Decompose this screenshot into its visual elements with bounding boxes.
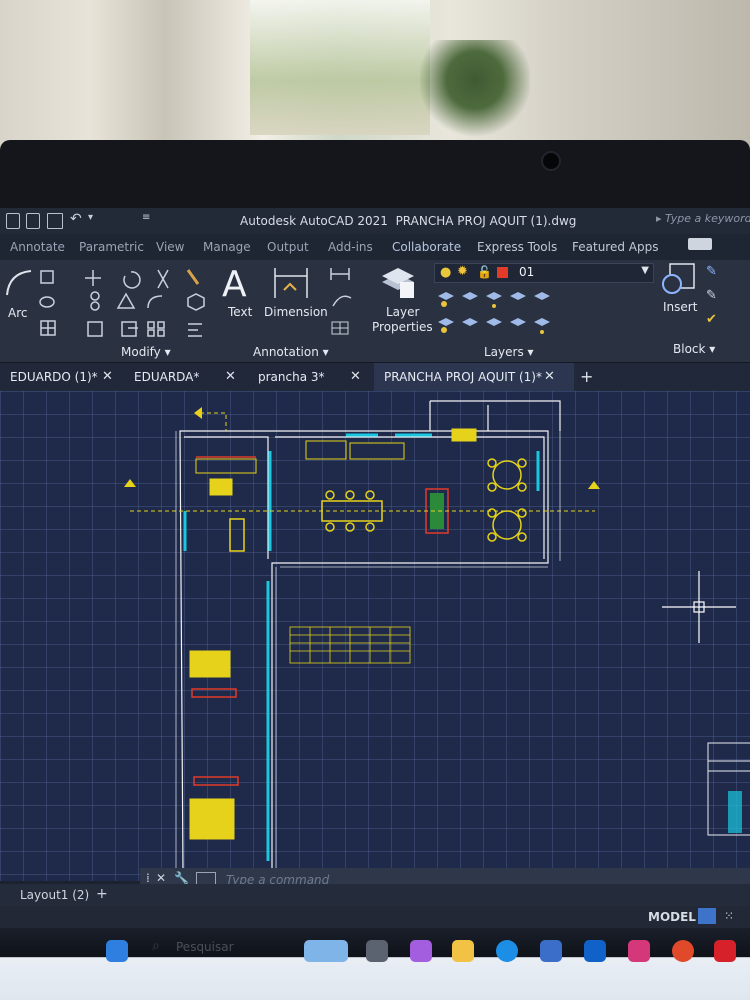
tab-featured-apps[interactable]: Featured Apps: [572, 240, 658, 254]
title-bar: ↶ ▾ ≡ Autodesk AutoCAD 2021 PRANCHA PROJ…: [0, 208, 750, 234]
close-icon[interactable]: ✕: [544, 363, 555, 391]
insert-label[interactable]: Insert: [663, 300, 697, 314]
annotation-panel-label[interactable]: Annotation ▾: [253, 345, 329, 359]
grip-icon[interactable]: ⁞: [146, 871, 150, 885]
file-explorer-icon[interactable]: [452, 940, 474, 962]
copilot-icon[interactable]: [410, 940, 432, 962]
task-view-icon[interactable]: [366, 940, 388, 962]
layer-properties-icon[interactable]: [380, 264, 418, 300]
document-tab-bar: EDUARDO (1)* ✕ EDUARDA* ✕ prancha 3* ✕ P…: [0, 363, 750, 391]
doc-tab-prancha-proj-aquit[interactable]: PRANCHA PROJ AQUIT (1)* ✕: [374, 363, 574, 391]
grid-toggle-icon[interactable]: [698, 908, 716, 924]
store-icon[interactable]: [540, 940, 562, 962]
search-icon[interactable]: ⌕: [152, 938, 160, 954]
doc-tab-label: PRANCHA PROJ AQUIT (1)*: [384, 370, 542, 384]
window-title: Autodesk AutoCAD 2021 PRANCHA PROJ AQUIT…: [240, 214, 577, 228]
layer-tool-icons[interactable]: [436, 288, 656, 338]
edit-block-icon[interactable]: ✎: [706, 288, 717, 303]
floor-plan-drawing: [124, 400, 750, 872]
tab-parametric[interactable]: Parametric: [79, 240, 144, 254]
lightbulb-icon: ●: [440, 265, 452, 280]
block-panel-label[interactable]: Block ▾: [673, 342, 715, 356]
status-bar: MODEL ⁙: [0, 906, 750, 928]
ribbon-tab-bar: Annotate Parametric View Manage Output A…: [0, 234, 750, 260]
search-field[interactable]: ▸ Type a keyword: [656, 212, 750, 225]
layout-tab[interactable]: Layout1 (2): [20, 888, 89, 902]
layers-panel-label[interactable]: Layers ▾: [484, 345, 534, 359]
annotation-small-tools[interactable]: [328, 266, 358, 336]
doc-tab-prancha-3[interactable]: prancha 3* ✕: [258, 363, 366, 391]
modify-panel-label[interactable]: Modify ▾: [121, 345, 171, 359]
layer-dropdown[interactable]: ● ✹ 🔓 01 ▼: [434, 263, 654, 283]
layer-properties-label-2[interactable]: Properties: [372, 320, 433, 334]
tab-collaborate[interactable]: Collaborate: [392, 240, 461, 254]
tab-manage[interactable]: Manage: [203, 240, 251, 254]
close-icon[interactable]: ✕: [156, 871, 166, 885]
modify-tools[interactable]: [38, 266, 218, 346]
tab-annotate[interactable]: Annotate: [10, 240, 65, 254]
ribbon-panel: Arc Modify ▾ A Text Dimension Annotation…: [0, 260, 750, 363]
undo-icon[interactable]: ↶: [70, 211, 82, 227]
open-file-icon[interactable]: [26, 213, 40, 229]
current-layer-name: 01: [519, 265, 535, 279]
insert-block-icon[interactable]: [660, 262, 700, 298]
text-tool-icon[interactable]: A: [222, 264, 247, 305]
taskbar-search-label[interactable]: Pesquisar: [176, 940, 234, 954]
weather-widget-icon[interactable]: [304, 940, 348, 962]
close-icon[interactable]: ✕: [102, 363, 113, 391]
monitor-bezel: [0, 140, 750, 210]
lock-icon: 🔓: [477, 265, 492, 279]
tab-add-ins[interactable]: Add-ins: [328, 240, 373, 254]
doc-tab-label: EDUARDA*: [134, 370, 200, 384]
layer-color-swatch: [497, 267, 508, 278]
doc-tab-label: EDUARDO (1)*: [10, 370, 98, 384]
wrench-icon[interactable]: 🔧: [174, 871, 189, 885]
doc-tab-eduardo[interactable]: EDUARDO (1)* ✕: [10, 363, 122, 391]
close-icon[interactable]: ✕: [350, 363, 361, 391]
edge-browser-icon[interactable]: [496, 940, 518, 962]
close-icon[interactable]: ✕: [225, 363, 236, 391]
undo-dropdown-icon[interactable]: ▾: [88, 212, 93, 223]
snap-mode-icon[interactable]: ⁙: [724, 909, 734, 923]
doc-tab-eduarda[interactable]: EDUARDA* ✕: [134, 363, 244, 391]
layer-properties-label-1[interactable]: Layer: [386, 305, 419, 319]
background-room-photo: [0, 0, 750, 150]
drawing-canvas[interactable]: [0, 391, 750, 881]
tab-output[interactable]: Output: [267, 240, 309, 254]
block-attribute-icon[interactable]: ✔: [706, 312, 717, 327]
instagram-icon[interactable]: [628, 940, 650, 962]
ribbon-minimize-icon[interactable]: [688, 238, 712, 250]
quick-access-dropdown-icon[interactable]: ≡: [142, 212, 150, 223]
dimension-icon[interactable]: [272, 266, 310, 300]
tab-view[interactable]: View: [156, 240, 184, 254]
webcam: [541, 151, 561, 171]
chrome-icon[interactable]: [672, 940, 694, 962]
new-tab-button[interactable]: +: [580, 367, 593, 386]
outlook-icon[interactable]: [584, 940, 606, 962]
arc-label[interactable]: Arc: [8, 306, 27, 320]
plant-silhouette: [420, 40, 530, 140]
tab-express-tools[interactable]: Express Tools: [477, 240, 557, 254]
add-layout-button[interactable]: +: [96, 886, 108, 902]
model-space-toggle[interactable]: MODEL: [648, 910, 696, 924]
window-light: [250, 0, 430, 135]
doc-tab-label: prancha 3*: [258, 370, 325, 384]
text-tool-label[interactable]: Text: [228, 305, 252, 319]
autocad-taskbar-icon[interactable]: [714, 940, 736, 962]
chevron-down-icon: ▼: [641, 265, 649, 276]
print-icon[interactable]: [47, 213, 63, 229]
new-file-icon[interactable]: [6, 213, 20, 229]
arc-icon[interactable]: [4, 268, 34, 298]
create-block-icon[interactable]: ✎: [706, 264, 717, 279]
layout-tab-bar: Layout1 (2) +: [0, 884, 750, 906]
windows-start-icon[interactable]: [106, 940, 128, 962]
sun-icon: ✹: [457, 264, 468, 279]
windows-taskbar: [0, 928, 750, 1000]
dimension-tool-label[interactable]: Dimension: [264, 305, 328, 319]
